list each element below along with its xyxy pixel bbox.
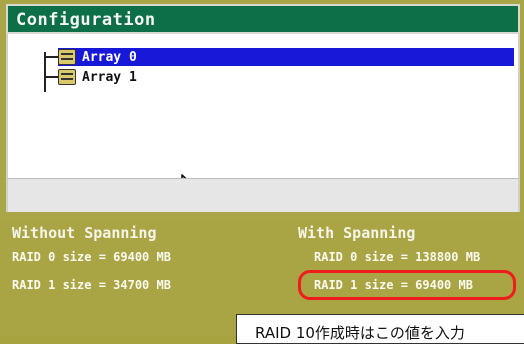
- without-spanning-heading: Without Spanning: [12, 224, 157, 242]
- with-spanning-heading: With Spanning: [298, 224, 416, 242]
- raid0-size-with-spanning: RAID 0 size = 138800 MB: [314, 250, 481, 264]
- raid1-size-without-spanning: RAID 1 size = 34700 MB: [12, 278, 171, 292]
- tree-connector-branch: [46, 56, 58, 58]
- window-titlebar: Configuration: [6, 4, 520, 34]
- tree-item-label: Array 0: [82, 49, 137, 65]
- highlight-ring: [298, 270, 516, 300]
- tree-item-array-0[interactable]: Array 0: [58, 48, 514, 66]
- disk-array-icon: [58, 49, 76, 65]
- configuration-window: Configuration Array 0 Array 1 Without Sp…: [0, 0, 524, 344]
- raid0-size-without-spanning: RAID 0 size = 69400 MB: [12, 250, 171, 264]
- tree-item-array-1[interactable]: Array 1: [58, 68, 139, 86]
- annotation-callout: RAID 10作成時はこの値を入力: [236, 314, 524, 344]
- disk-array-icon: [58, 69, 76, 85]
- tree-item-label: Array 1: [82, 69, 137, 85]
- tree-connector-branch: [46, 76, 58, 78]
- window-title: Configuration: [16, 10, 156, 30]
- status-strip: [6, 178, 520, 212]
